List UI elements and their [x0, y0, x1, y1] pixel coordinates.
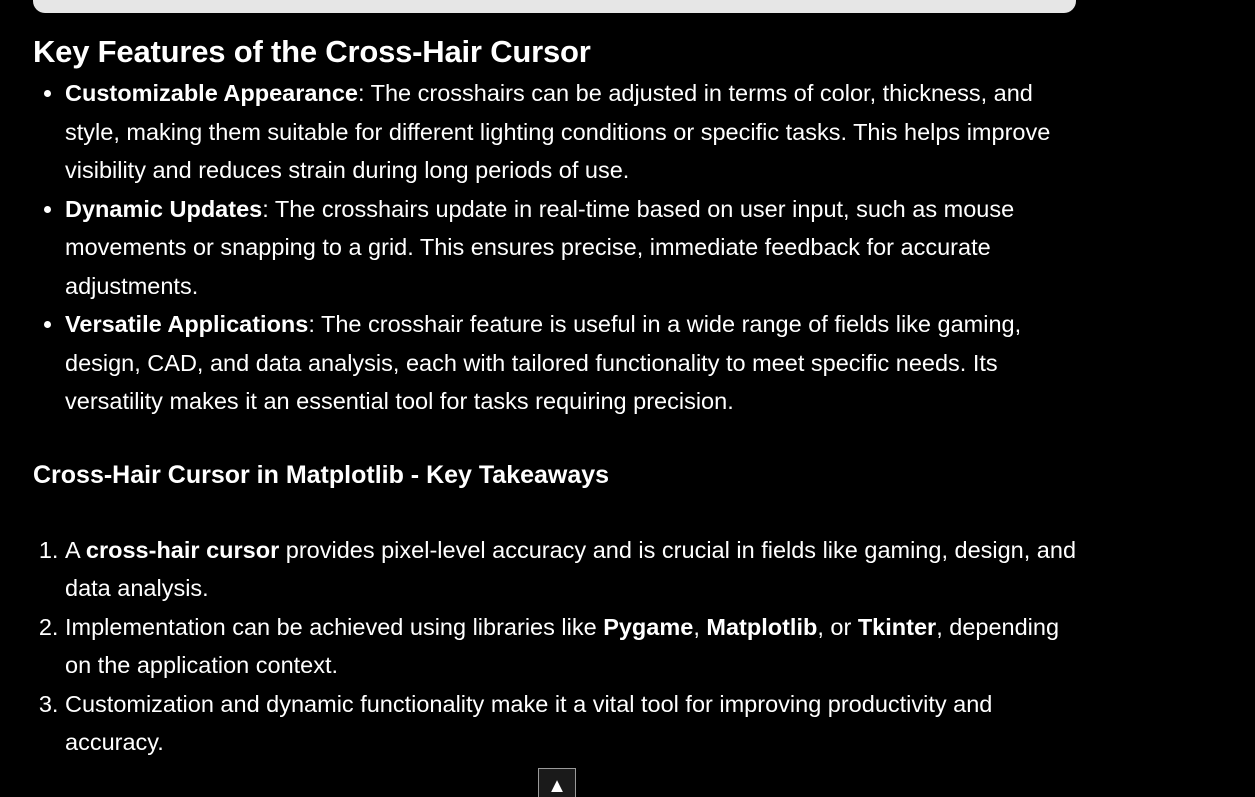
- separator: ,: [693, 613, 707, 640]
- separator: , or: [817, 613, 858, 640]
- takeaways-heading: Cross-Hair Cursor in Matplotlib - Key Ta…: [33, 460, 610, 489]
- feature-title: Customizable Appearance: [65, 80, 358, 106]
- list-item: Versatile Applications: The crosshair fe…: [65, 305, 1078, 421]
- up-arrow-icon: ▲: [547, 775, 567, 797]
- feature-title: Dynamic Updates: [65, 195, 263, 222]
- features-list: Customizable Appearance: The crosshairs …: [33, 74, 1078, 421]
- list-item: A cross-hair cursor provides pixel-level…: [65, 531, 1078, 608]
- library-name-tkinter: Tkinter: [857, 613, 937, 640]
- takeaway-text: Implementation can be achieved using lib…: [65, 613, 604, 640]
- takeaway-text: A: [65, 536, 86, 563]
- feature-title: Versatile Applications: [65, 311, 309, 337]
- scroll-to-top-button[interactable]: ▲: [538, 768, 576, 797]
- list-item: Customization and dynamic functionality …: [65, 685, 1078, 762]
- library-name-matplotlib: Matplotlib: [706, 613, 818, 640]
- list-item: Implementation can be achieved using lib…: [65, 608, 1078, 685]
- features-heading: Key Features of the Cross-Hair Cursor: [33, 34, 591, 69]
- takeaway-bold: cross-hair cursor: [85, 536, 280, 563]
- library-name-pygame: Pygame: [603, 613, 694, 640]
- article-content: Key Features of the Cross-Hair Cursor Cu…: [33, 30, 1078, 762]
- list-item: Customizable Appearance: The crosshairs …: [65, 74, 1078, 190]
- list-item: Dynamic Updates: The crosshairs update i…: [65, 190, 1078, 306]
- takeaways-list: A cross-hair cursor provides pixel-level…: [33, 531, 1078, 762]
- page: Key Features of the Cross-Hair Cursor Cu…: [0, 0, 1255, 797]
- takeaway-text: Customization and dynamic functionality …: [65, 690, 993, 756]
- code-block-bottom-edge: [33, 0, 1076, 13]
